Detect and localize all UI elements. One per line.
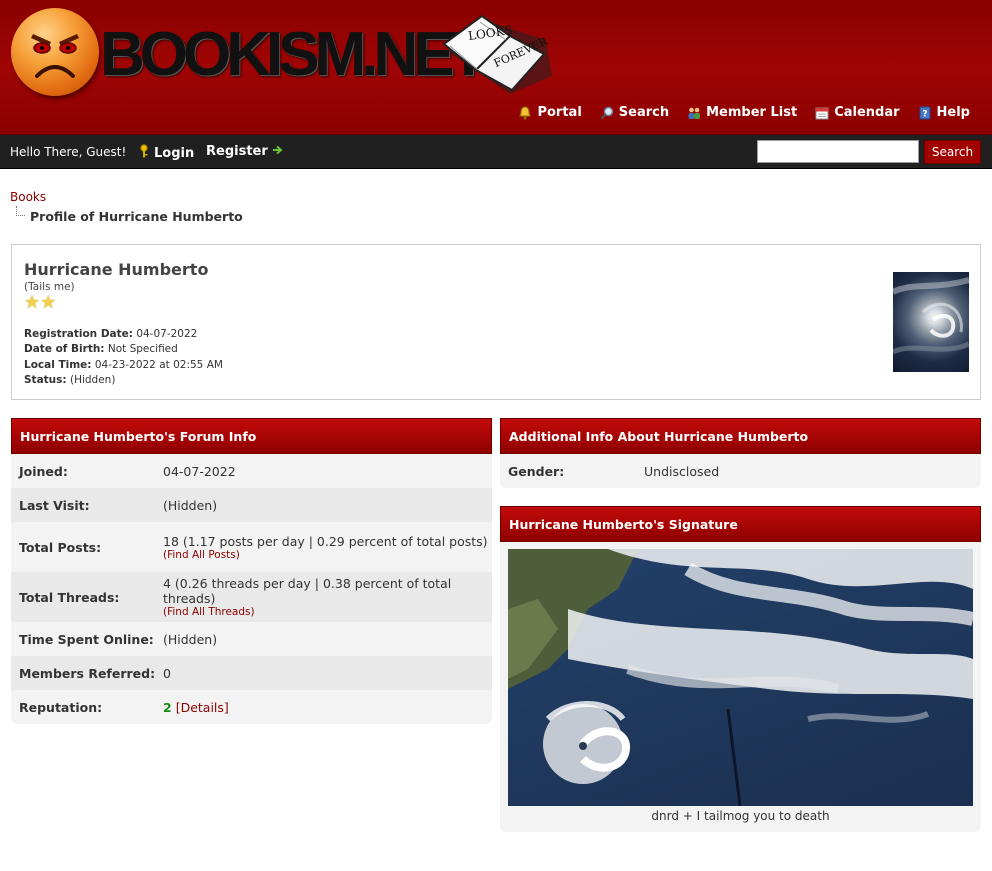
nav-member-list[interactable]: Member List: [687, 105, 797, 120]
find-all-posts-link[interactable]: Find All Posts: [167, 549, 236, 561]
members-referred-label: Members Referred:: [19, 665, 156, 681]
total-posts-value: 18 (1.17 posts per day | 0.29 percent of…: [163, 533, 488, 549]
table-row: Total Threads: 4 (0.26 threads per day |…: [11, 572, 492, 622]
breadcrumb-books-link[interactable]: Books: [10, 190, 46, 204]
bell-icon: [518, 105, 532, 120]
members-referred-value: 0: [163, 665, 171, 681]
profile-summary-box: Hurricane Humberto (Tails me) ★ ★ Regist…: [11, 244, 981, 400]
registration-value: 04-07-2022: [136, 328, 198, 340]
localtime-value: 04-23-2022 at 02:55 AM: [94, 359, 223, 371]
forum-info-title: Hurricane Humberto's Forum Info: [11, 418, 492, 454]
joined-label: Joined:: [19, 463, 68, 479]
signature-text: dnrd + I tailmog you to death: [651, 809, 830, 823]
table-row: Last Visit: (Hidden): [11, 488, 492, 522]
svg-text:?: ?: [922, 109, 927, 119]
search-input[interactable]: [757, 140, 919, 163]
status: Status: (Hidden): [24, 374, 115, 386]
nav-search-label: Search: [618, 105, 670, 120]
nav-search[interactable]: Search: [600, 105, 669, 120]
time-online-label: Time Spent Online:: [19, 631, 154, 647]
additional-info-title: Additional Info About Hurricane Humberto: [500, 418, 981, 454]
nav-calendar[interactable]: Calendar: [815, 105, 900, 120]
nav-portal[interactable]: Portal: [518, 105, 582, 120]
forum-info-table: Hurricane Humberto's Forum Info Joined: …: [11, 418, 492, 724]
joined-value: 04-07-2022: [163, 463, 236, 479]
status-label: Status:: [24, 374, 67, 386]
dob-value: Not Specified: [107, 343, 178, 355]
breadcrumb-tree-connector: [16, 206, 25, 216]
key-icon: [138, 144, 150, 162]
dob-label: Date of Birth:: [24, 343, 105, 355]
magnifier-icon: [600, 106, 614, 120]
table-row: Members Referred: 0: [11, 656, 492, 690]
calendar-icon: [815, 106, 829, 120]
star-icon: ★: [40, 292, 57, 313]
nav-member-list-label: Member List: [706, 105, 798, 120]
last-visit-value: (Hidden): [163, 497, 218, 513]
top-navigation: Portal Search Member List Calendar ? Hel…: [518, 105, 970, 120]
total-posts-label: Total Posts:: [19, 539, 102, 555]
signature-box: Hurricane Humberto's Signature dnrd + I …: [500, 506, 981, 832]
registration-date: Registration Date: 04-07-2022: [24, 328, 197, 340]
find-all-threads-link[interactable]: Find All Threads: [167, 606, 250, 618]
additional-info-table: Additional Info About Hurricane Humberto…: [500, 418, 981, 488]
site-logo-text[interactable]: BOOKISM.NET: [100, 20, 487, 90]
local-time: Local Time: 04-23-2022 at 02:55 AM: [24, 359, 223, 371]
time-online-value: (Hidden): [163, 631, 218, 647]
nav-help-label: Help: [936, 105, 970, 120]
register-label: Register: [206, 144, 268, 159]
site-header: BOOKISM.NET LOOKS FOREVER Portal Search …: [0, 0, 992, 135]
angry-face-logo-icon[interactable]: [11, 8, 99, 96]
rank-stars: ★ ★: [24, 294, 56, 312]
register-link[interactable]: Register: [206, 144, 284, 159]
login-link[interactable]: Login: [138, 144, 194, 162]
gender-value: Undisclosed: [644, 463, 720, 479]
search-button[interactable]: Search: [924, 140, 981, 164]
nav-help[interactable]: ? Help: [918, 105, 970, 120]
nav-portal-label: Portal: [537, 105, 582, 120]
help-icon: ?: [918, 106, 932, 120]
avatar: [893, 272, 969, 372]
greeting-text: Hello There, Guest!: [10, 145, 127, 159]
arrow-right-icon: [272, 144, 284, 159]
table-row: Gender: Undisclosed: [500, 454, 981, 488]
reputation-details-link[interactable]: Details: [181, 700, 224, 715]
registration-label: Registration Date:: [24, 328, 133, 340]
signature-hurricane-image: [508, 549, 973, 806]
reputation-label: Reputation:: [19, 699, 103, 715]
members-icon: [687, 106, 701, 120]
table-row: Reputation: 2 [Details]: [11, 690, 492, 724]
table-row: Time Spent Online: (Hidden): [11, 622, 492, 656]
gender-label: Gender:: [508, 463, 565, 479]
status-value: (Hidden): [69, 374, 116, 386]
date-of-birth: Date of Birth: Not Specified: [24, 343, 178, 355]
breadcrumb-current: Profile of Hurricane Humberto: [30, 209, 243, 224]
table-row: Total Posts: 18 (1.17 posts per day | 0.…: [11, 522, 492, 572]
login-label: Login: [154, 145, 195, 161]
table-row: Joined: 04-07-2022: [11, 454, 492, 488]
total-threads-label: Total Threads:: [19, 589, 120, 605]
star-icon: ★: [24, 292, 41, 313]
total-threads-value: 4 (0.26 threads per day | 0.38 percent o…: [163, 576, 452, 606]
profile-username: Hurricane Humberto: [24, 260, 209, 279]
last-visit-label: Last Visit:: [19, 497, 90, 513]
localtime-label: Local Time:: [24, 359, 92, 371]
reputation-value: 2: [163, 699, 172, 715]
signature-title: Hurricane Humberto's Signature: [500, 506, 981, 542]
nav-calendar-label: Calendar: [834, 105, 900, 120]
